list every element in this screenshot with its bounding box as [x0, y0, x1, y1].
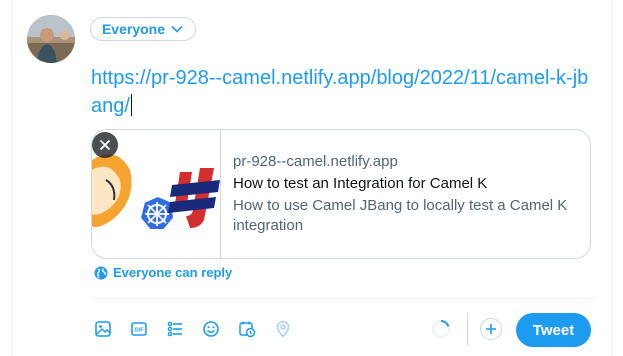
- card-domain: pr-928--camel.netlify.app: [233, 153, 398, 170]
- left-border: [11, 0, 12, 356]
- card-description: How to use Camel JBang to locally test a…: [233, 197, 568, 234]
- poll-icon: [167, 321, 182, 337]
- card-title: How to test an Integration for Camel K: [233, 175, 488, 192]
- audience-label: Everyone: [101, 21, 166, 37]
- emoji-button[interactable]: [198, 316, 224, 342]
- chevron-down-icon: [171, 25, 183, 33]
- avatar[interactable]: [27, 15, 75, 63]
- right-border: [611, 0, 612, 356]
- reply-setting-button[interactable]: Everyone can reply: [94, 265, 232, 280]
- tweet-text: https://pr-928--camel.netlify.app/blog/2…: [91, 67, 589, 117]
- character-count-ring: [432, 320, 450, 338]
- gif-button[interactable]: GIF: [126, 316, 152, 342]
- remove-card-button[interactable]: [92, 132, 118, 158]
- plus-icon: [486, 324, 496, 334]
- location-button[interactable]: [270, 316, 296, 342]
- text-caret: [130, 94, 132, 116]
- composer-toolbar: GIF: [90, 316, 296, 342]
- reply-setting-label: Everyone can reply: [113, 265, 233, 280]
- gif-icon: GIF: [131, 322, 147, 336]
- audience-selector[interactable]: Everyone: [90, 17, 196, 41]
- link-preview-card[interactable]: pr-928--camel.netlify.app How to test an…: [91, 129, 591, 259]
- poll-button[interactable]: [162, 316, 188, 342]
- emoji-icon: [203, 321, 219, 337]
- close-icon: [99, 139, 111, 151]
- location-icon: [276, 320, 290, 338]
- media-icon: [95, 321, 111, 337]
- schedule-button[interactable]: [234, 316, 260, 342]
- media-button[interactable]: [90, 316, 116, 342]
- add-tweet-button[interactable]: [480, 318, 502, 340]
- schedule-icon: [239, 321, 256, 338]
- svg-text:GIF: GIF: [134, 328, 144, 334]
- globe-icon: [94, 266, 108, 279]
- tweet-text-input[interactable]: https://pr-928--camel.netlify.app/blog/2…: [91, 64, 596, 120]
- composer-divider: [91, 298, 596, 299]
- tweet-button[interactable]: Tweet: [516, 313, 591, 347]
- toolbar-separator: [467, 313, 468, 345]
